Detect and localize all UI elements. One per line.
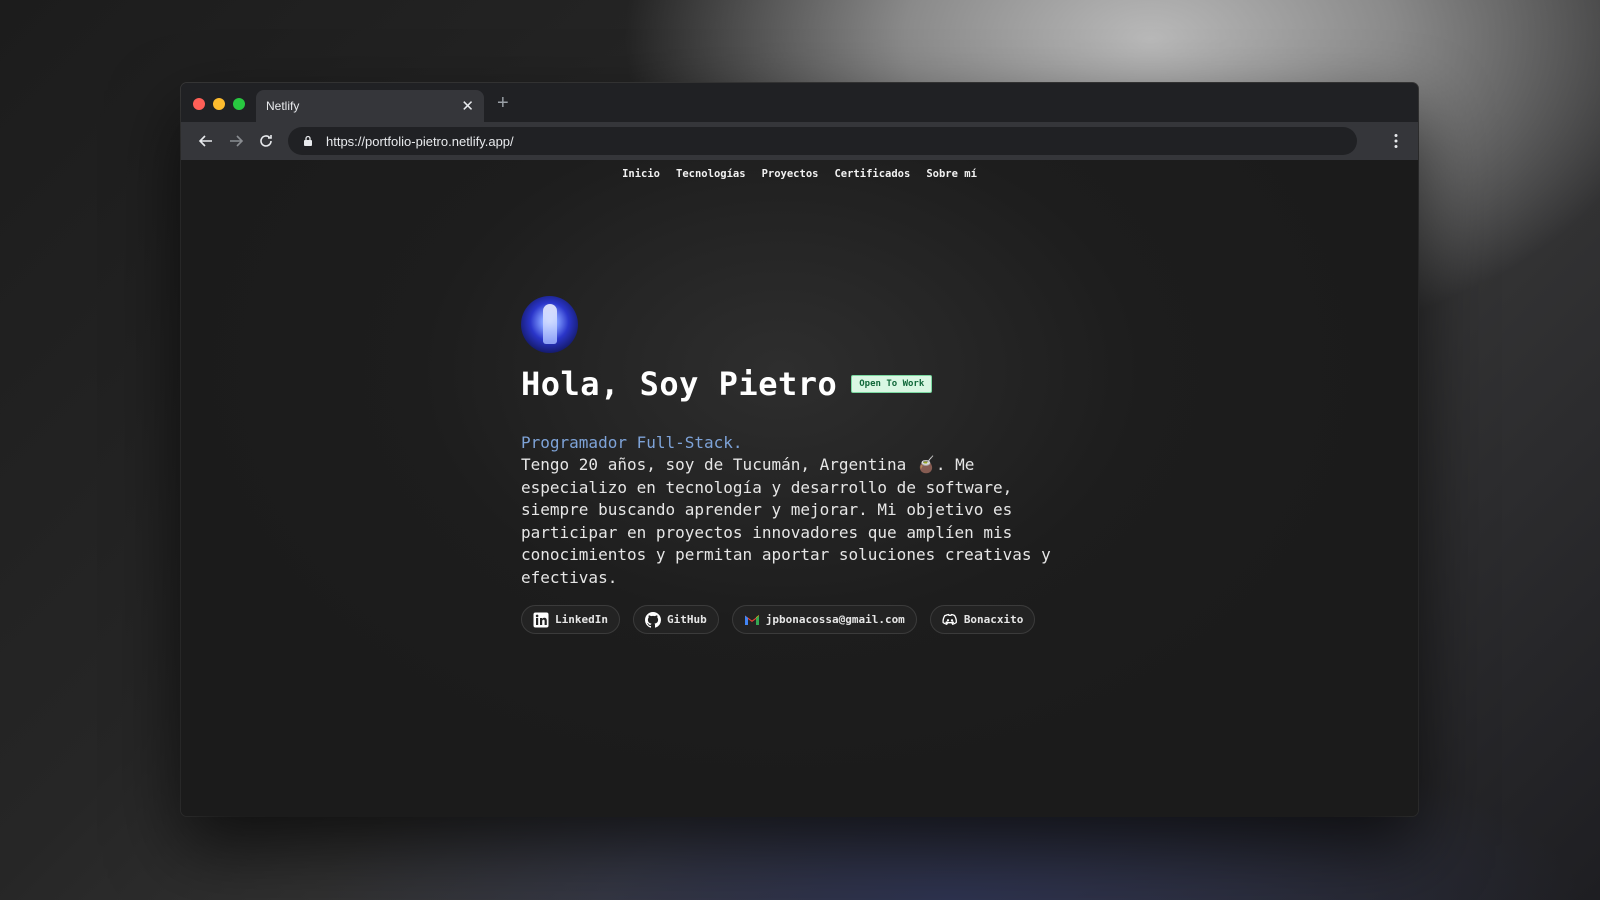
tab-title: Netlify: [266, 99, 300, 113]
browser-tab[interactable]: Netlify ✕: [256, 90, 484, 122]
nav-link-proyectos[interactable]: Proyectos: [762, 168, 819, 180]
nav-link-sobre-mi[interactable]: Sobre mí: [926, 168, 977, 180]
new-tab-button[interactable]: +: [497, 93, 509, 113]
discord-icon: [942, 613, 957, 625]
github-link[interactable]: GitHub: [632, 605, 719, 634]
lock-icon: [304, 135, 312, 146]
reload-button[interactable]: [251, 126, 281, 156]
site-nav: Inicio Tecnologías Proyectos Certificado…: [181, 168, 1418, 180]
discord-label: Bonacxito: [963, 613, 1024, 626]
email-label: jpbonacossa@gmail.com: [765, 613, 905, 626]
window-controls: [193, 98, 245, 110]
avatar: [521, 296, 578, 353]
page-title: Hola, Soy Pietro: [521, 365, 838, 403]
close-window-button[interactable]: [193, 98, 205, 110]
github-label: GitHub: [666, 613, 707, 626]
reload-icon: [260, 135, 272, 147]
bio-paragraph: Tengo 20 años, soy de Tucumán, Argentina…: [521, 455, 1051, 587]
minimize-window-button[interactable]: [213, 98, 225, 110]
social-links: LinkedIn GitHub jpbonacossa@gmail.com Bo…: [521, 605, 1081, 634]
discord-link[interactable]: Bonacxito: [929, 605, 1036, 634]
forward-arrow-icon: [230, 135, 244, 147]
linkedin-link[interactable]: LinkedIn: [521, 605, 620, 634]
back-button[interactable]: [191, 126, 221, 156]
linkedin-icon: [533, 612, 549, 627]
hero-section: Hola, Soy Pietro Open To Work Programado…: [521, 296, 1081, 634]
address-bar[interactable]: https://portfolio-pietro.netlify.app/: [288, 127, 1357, 155]
linkedin-label: LinkedIn: [555, 613, 608, 626]
forward-button[interactable]: [221, 126, 251, 156]
nav-link-tecnologias[interactable]: Tecnologías: [676, 168, 746, 180]
status-badge: Open To Work: [851, 375, 933, 393]
github-icon: [644, 611, 661, 628]
close-tab-icon[interactable]: ✕: [461, 99, 474, 114]
page-viewport: Inicio Tecnologías Proyectos Certificado…: [181, 160, 1418, 816]
role-subtitle: Programador Full-Stack.: [521, 433, 743, 452]
browser-titlebar: Netlify ✕ +: [181, 83, 1418, 122]
browser-menu-button[interactable]: [1386, 131, 1406, 151]
gmail-icon: [744, 614, 759, 625]
nav-link-certificados[interactable]: Certificados: [834, 168, 910, 180]
browser-window: Netlify ✕ + https://portfolio-pietro.net…: [181, 83, 1418, 816]
nav-link-inicio[interactable]: Inicio: [622, 168, 660, 180]
kebab-menu-icon: [1394, 134, 1398, 148]
back-arrow-icon: [198, 135, 212, 147]
url-text: https://portfolio-pietro.netlify.app/: [326, 133, 514, 149]
maximize-window-button[interactable]: [233, 98, 245, 110]
browser-toolbar: https://portfolio-pietro.netlify.app/: [181, 122, 1418, 160]
email-link[interactable]: jpbonacossa@gmail.com: [731, 605, 917, 634]
title-row: Hola, Soy Pietro Open To Work: [521, 365, 1081, 403]
